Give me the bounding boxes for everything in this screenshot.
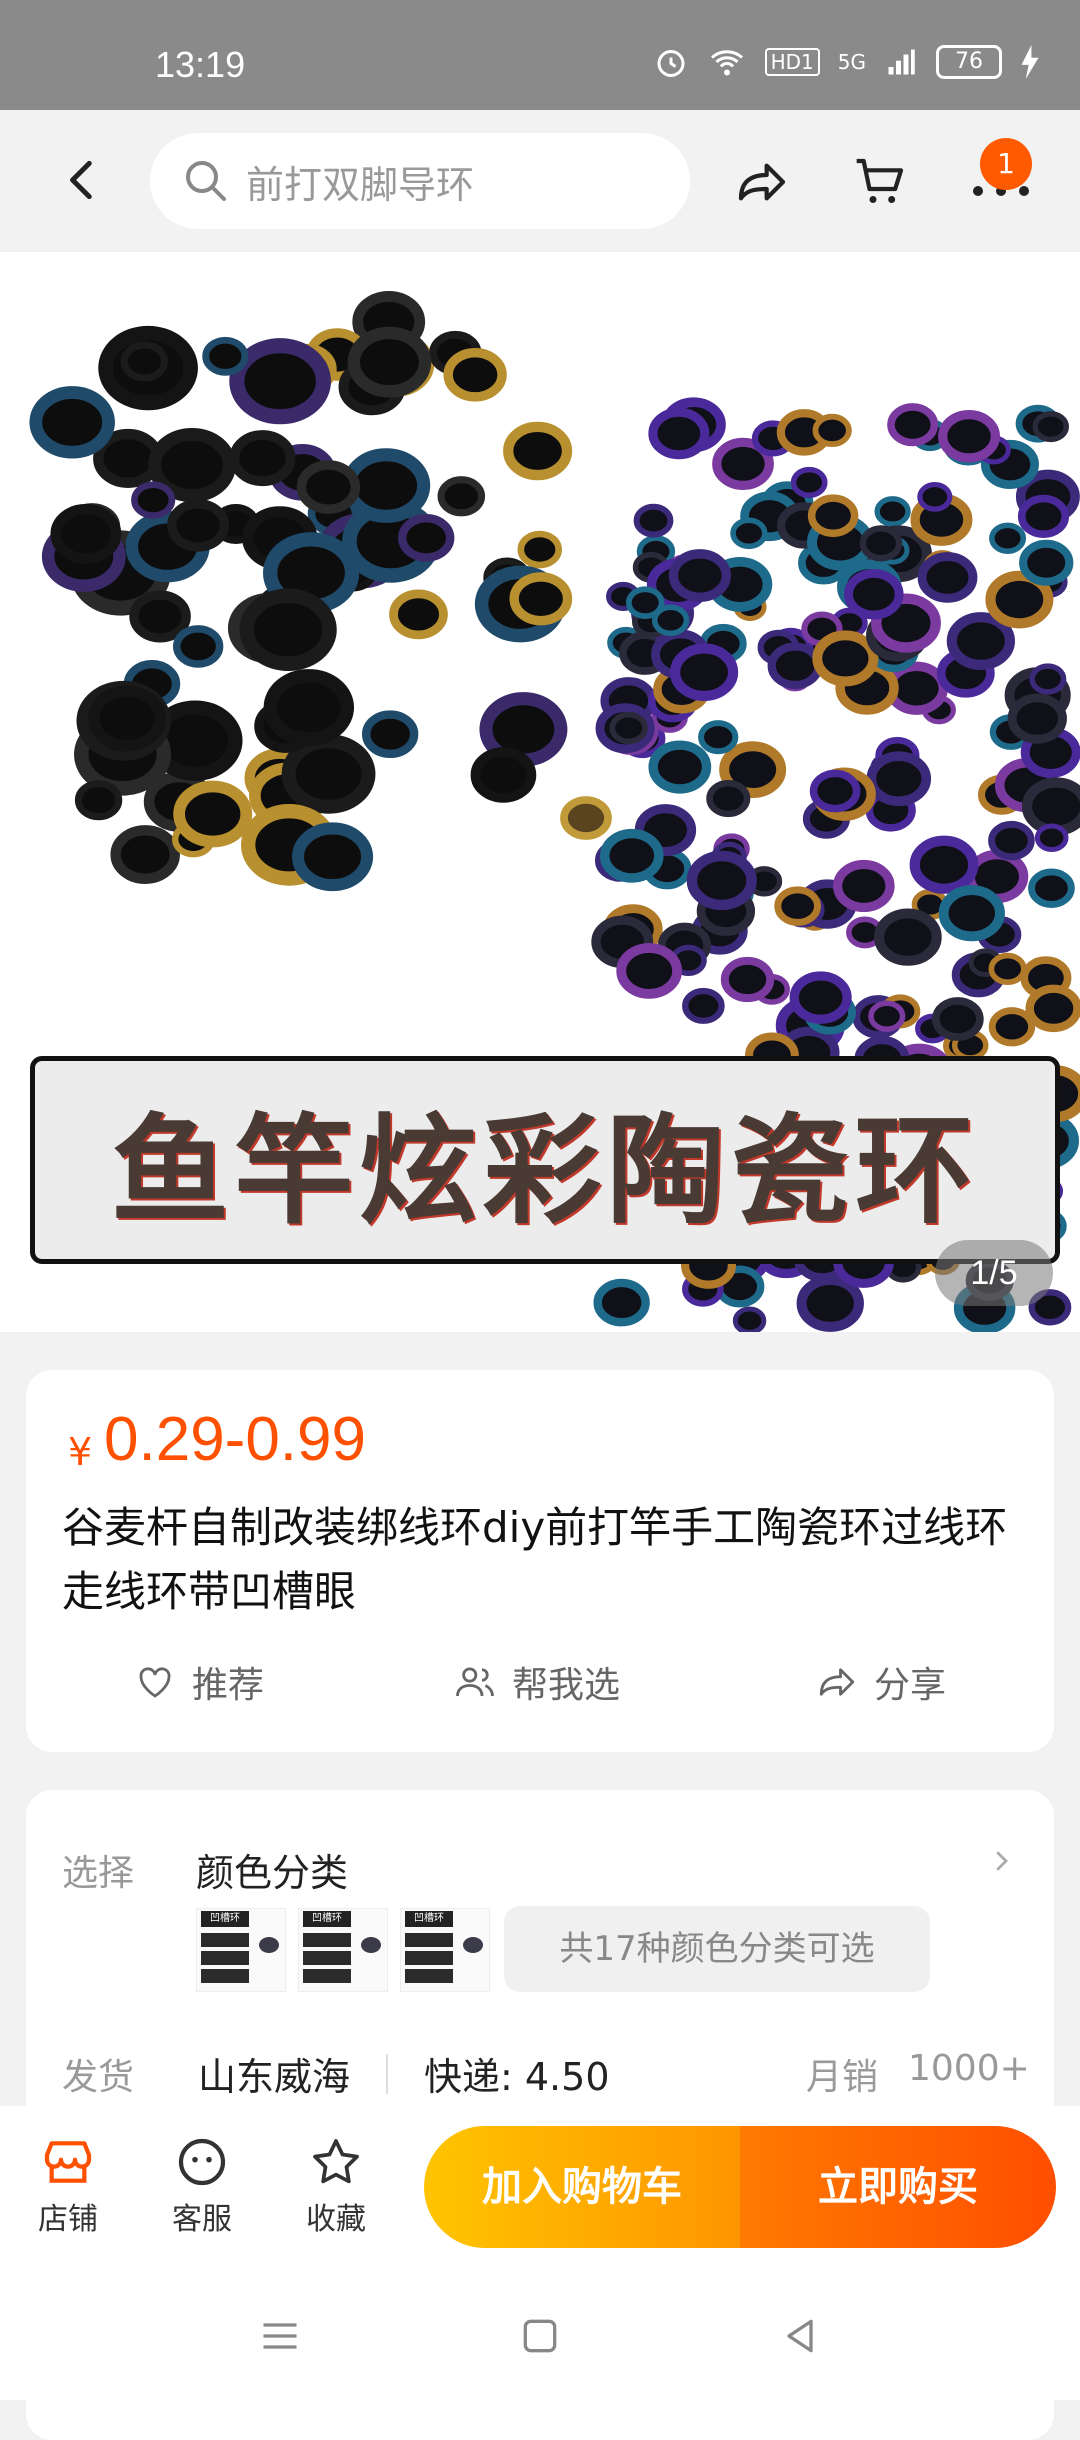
thumb-line xyxy=(201,1933,249,1947)
network-label: 5G xyxy=(837,50,866,74)
select-value: 颜色分类 xyxy=(196,1851,349,1895)
status-time: 13:19 xyxy=(155,44,246,85)
thumb-title: 凹槽环 xyxy=(405,1911,453,1927)
thumb-line xyxy=(303,1969,351,1983)
signal-icon xyxy=(888,49,915,75)
star-icon xyxy=(313,2139,359,2184)
color-thumbnail[interactable]: 凹槽环 xyxy=(196,1908,286,1992)
thumb-line xyxy=(405,1951,453,1965)
favorite-label: 收藏 xyxy=(306,2202,366,2237)
shop-label: 店铺 xyxy=(38,2202,98,2237)
customer-service-button[interactable]: 客服 xyxy=(162,2134,242,2238)
chat-face-icon xyxy=(178,2138,226,2186)
bead-image xyxy=(259,1937,279,1953)
search-bar[interactable]: 前打双脚导环 xyxy=(150,133,690,229)
message-badge[interactable]: 1 xyxy=(980,138,1032,190)
cart-icon[interactable] xyxy=(852,154,908,210)
share-label: 分享 xyxy=(874,1665,947,1706)
battery-level: 76 xyxy=(955,49,983,74)
color-thumbnail[interactable]: 凹槽环 xyxy=(298,1908,388,1992)
share-icon[interactable] xyxy=(734,154,790,210)
recommend-button[interactable]: 推荐 xyxy=(134,1656,264,1708)
divider xyxy=(386,2054,388,2094)
home-icon[interactable] xyxy=(518,2314,562,2358)
thumb-line xyxy=(201,1969,249,1983)
battery-icon: 76 xyxy=(936,45,1002,79)
shop-button[interactable]: 店铺 xyxy=(28,2134,108,2238)
ship-from: 山东威海 xyxy=(198,2055,351,2099)
status-icons: HD1 5G 76 xyxy=(653,44,1040,80)
search-placeholder: 前打双脚导环 xyxy=(246,162,475,207)
top-nav: 前打双脚导环 1 xyxy=(0,110,1080,252)
thumb-line xyxy=(405,1933,453,1947)
bead-image xyxy=(361,1937,381,1953)
service-label: 客服 xyxy=(172,2202,232,2237)
status-bar: 13:19 HD1 5G 76 xyxy=(0,0,1080,110)
people-icon xyxy=(456,1667,494,1697)
delivery-fee: 快递: 4.50 xyxy=(424,2055,610,2099)
product-actions: 推荐 帮我选 分享 xyxy=(26,1656,1054,1726)
select-row[interactable]: 选择 颜色分类 凹槽环 凹槽环 凹槽环 共17种颜色分类可选 xyxy=(26,1790,1054,2030)
charging-icon xyxy=(1021,45,1039,79)
thumb-line xyxy=(201,1951,249,1965)
thumb-line xyxy=(405,1969,453,1983)
ship-label: 发货 xyxy=(62,2057,135,2098)
product-image-gallery[interactable]: 鱼竿炫彩陶瓷环 1/5 xyxy=(0,252,1080,1332)
add-to-cart-button[interactable]: 加入购物车 xyxy=(424,2126,740,2248)
help-choose-button[interactable]: 帮我选 xyxy=(454,1656,620,1708)
share-arrow-icon xyxy=(819,1668,855,1696)
banner-text: 鱼竿炫彩陶瓷环 xyxy=(110,1101,979,1240)
price-range: 0.29-0.99 xyxy=(104,1405,366,1474)
wifi-icon xyxy=(710,50,743,76)
product-banner: 鱼竿炫彩陶瓷环 xyxy=(30,1056,1060,1264)
back-icon[interactable] xyxy=(58,155,108,205)
monthly-sales: 1000+ xyxy=(908,2048,1030,2089)
recommend-label: 推荐 xyxy=(192,1665,265,1706)
color-thumbnail[interactable]: 凹槽环 xyxy=(400,1908,490,1992)
alarm-icon xyxy=(657,50,685,77)
thumb-line xyxy=(303,1933,351,1947)
price-card: ¥ 0.29-0.99 谷麦杆自制改装绑线环diy前打竿手工陶瓷环过线环走线环带… xyxy=(26,1370,1054,1752)
favorite-button[interactable]: 收藏 xyxy=(296,2134,376,2238)
monthly-sales-label: 月销 xyxy=(806,2057,879,2098)
system-nav-bar xyxy=(0,2270,1080,2400)
menu-icon[interactable] xyxy=(258,2314,302,2358)
select-label: 选择 xyxy=(62,1853,135,1894)
bottom-action-bar: 店铺 客服 收藏 加入购物车 立即购买 xyxy=(0,2106,1080,2270)
hd-badge: HD1 xyxy=(764,48,820,76)
store-icon xyxy=(44,2141,92,2183)
search-icon xyxy=(186,161,226,201)
image-counter: 1/5 xyxy=(935,1240,1053,1306)
color-options-count[interactable]: 共17种颜色分类可选 xyxy=(504,1906,930,1992)
buy-now-button[interactable]: 立即购买 xyxy=(740,2126,1056,2248)
thumb-line xyxy=(303,1951,351,1965)
help-choose-label: 帮我选 xyxy=(512,1665,621,1706)
product-title: 谷麦杆自制改装绑线环diy前打竿手工陶瓷环过线环走线环带凹槽眼 xyxy=(62,1503,1008,1616)
bead-image xyxy=(463,1937,483,1953)
heart-icon xyxy=(139,1667,171,1698)
share-product-button[interactable]: 分享 xyxy=(816,1656,946,1708)
chevron-right-icon xyxy=(996,1851,1008,1871)
thumb-title: 凹槽环 xyxy=(303,1911,351,1927)
thumb-title: 凹槽环 xyxy=(201,1911,249,1927)
price-currency: ¥ xyxy=(68,1430,93,1474)
back-nav-icon[interactable] xyxy=(778,2314,822,2358)
